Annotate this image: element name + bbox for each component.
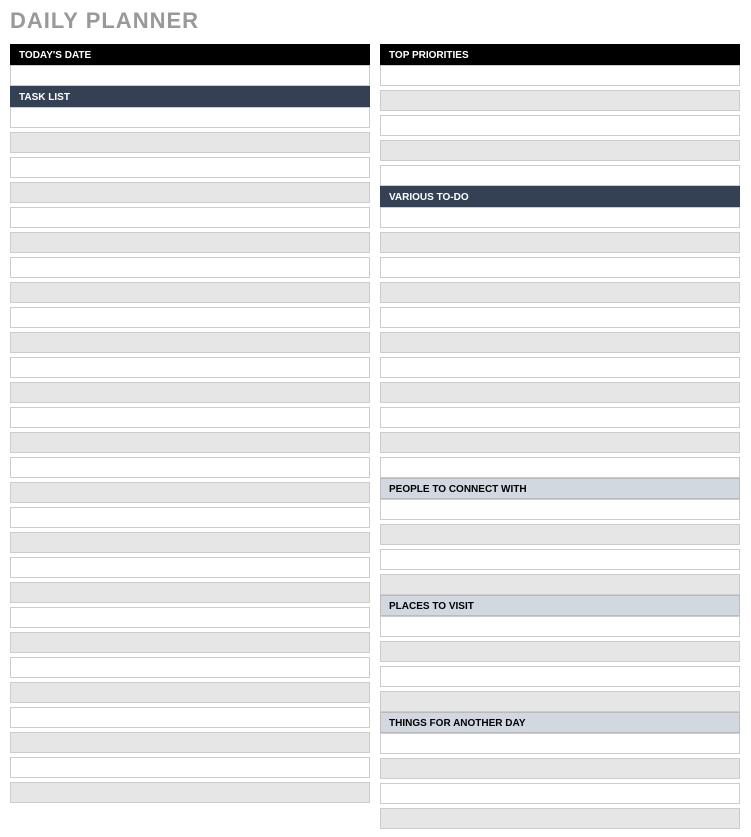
priority-row[interactable] <box>380 165 740 186</box>
task-row[interactable] <box>10 257 370 278</box>
priority-row[interactable] <box>380 140 740 161</box>
places-row[interactable] <box>380 666 740 687</box>
todo-row[interactable] <box>380 432 740 453</box>
places-row[interactable] <box>380 691 740 712</box>
people-row[interactable] <box>380 549 740 570</box>
priority-row[interactable] <box>380 65 740 86</box>
todo-row[interactable] <box>380 407 740 428</box>
task-row[interactable] <box>10 407 370 428</box>
task-row[interactable] <box>10 282 370 303</box>
task-row[interactable] <box>10 357 370 378</box>
left-column: TODAY'S DATE TASK LIST <box>10 44 370 829</box>
task-row[interactable] <box>10 132 370 153</box>
task-row[interactable] <box>10 532 370 553</box>
task-row[interactable] <box>10 482 370 503</box>
task-list-header: TASK LIST <box>10 86 370 107</box>
todo-row[interactable] <box>380 257 740 278</box>
priority-row[interactable] <box>380 90 740 111</box>
priority-row[interactable] <box>380 115 740 136</box>
task-row[interactable] <box>10 757 370 778</box>
task-row[interactable] <box>10 332 370 353</box>
right-column: TOP PRIORITIES VARIOUS TO-DO PEOPLE TO C… <box>380 44 740 829</box>
todo-row[interactable] <box>380 357 740 378</box>
task-row[interactable] <box>10 182 370 203</box>
people-to-connect-header: PEOPLE TO CONNECT WITH <box>380 478 740 499</box>
task-row[interactable] <box>10 732 370 753</box>
todo-row[interactable] <box>380 332 740 353</box>
places-to-visit-header: PLACES TO VISIT <box>380 595 740 616</box>
places-row[interactable] <box>380 616 740 637</box>
task-row[interactable] <box>10 657 370 678</box>
todo-row[interactable] <box>380 207 740 228</box>
todo-row[interactable] <box>380 307 740 328</box>
people-row[interactable] <box>380 574 740 595</box>
another-day-row[interactable] <box>380 808 740 829</box>
another-day-row[interactable] <box>380 733 740 754</box>
task-row[interactable] <box>10 632 370 653</box>
task-row[interactable] <box>10 382 370 403</box>
todays-date-input[interactable] <box>10 65 370 86</box>
people-row[interactable] <box>380 524 740 545</box>
another-day-row[interactable] <box>380 758 740 779</box>
another-day-row[interactable] <box>380 783 740 804</box>
various-todo-header: VARIOUS TO-DO <box>380 186 740 207</box>
task-row[interactable] <box>10 607 370 628</box>
page-title: DAILY PLANNER <box>10 8 741 34</box>
task-row[interactable] <box>10 207 370 228</box>
task-row[interactable] <box>10 682 370 703</box>
task-row[interactable] <box>10 232 370 253</box>
planner-columns: TODAY'S DATE TASK LIST <box>10 44 741 829</box>
top-priorities-header: TOP PRIORITIES <box>380 44 740 65</box>
things-another-day-header: THINGS FOR ANOTHER DAY <box>380 712 740 733</box>
task-row[interactable] <box>10 557 370 578</box>
todo-row[interactable] <box>380 232 740 253</box>
task-row[interactable] <box>10 157 370 178</box>
task-row[interactable] <box>10 107 370 128</box>
people-row[interactable] <box>380 499 740 520</box>
task-row[interactable] <box>10 582 370 603</box>
task-row[interactable] <box>10 457 370 478</box>
todo-row[interactable] <box>380 457 740 478</box>
todays-date-header: TODAY'S DATE <box>10 44 370 65</box>
task-row[interactable] <box>10 432 370 453</box>
todo-row[interactable] <box>380 282 740 303</box>
task-row[interactable] <box>10 507 370 528</box>
todo-row[interactable] <box>380 382 740 403</box>
task-row[interactable] <box>10 307 370 328</box>
places-row[interactable] <box>380 641 740 662</box>
task-row[interactable] <box>10 707 370 728</box>
task-row[interactable] <box>10 782 370 803</box>
